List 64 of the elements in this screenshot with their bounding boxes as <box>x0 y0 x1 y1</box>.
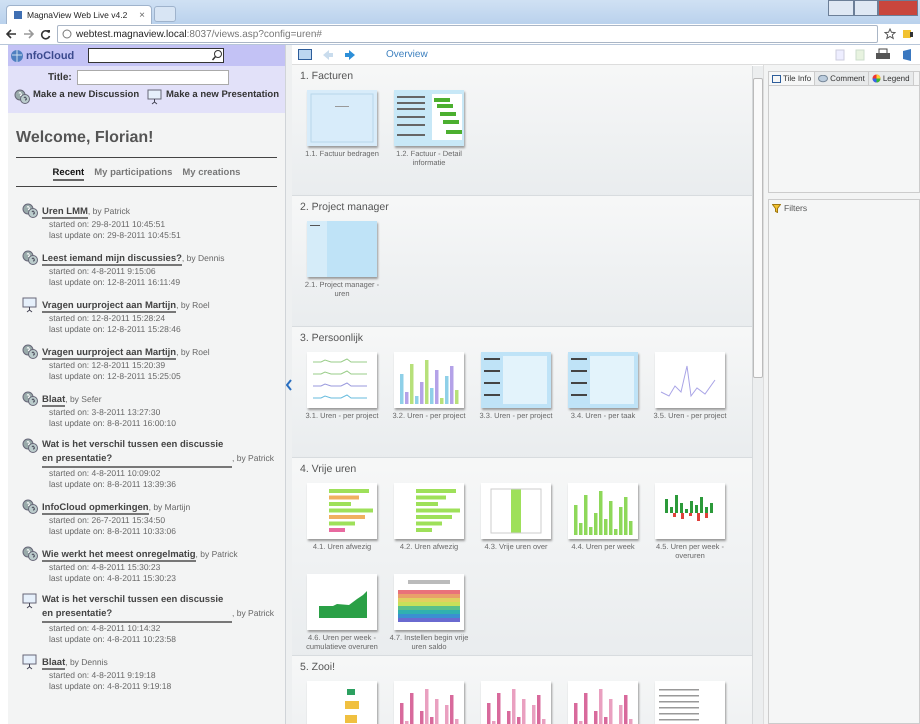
started-date: started on: 4-8-2011 10:09:02 <box>48 468 162 478</box>
last-update-date: last update on: 12-8-2011 16:11:49 <box>48 276 182 287</box>
author-label: , by Sefer <box>65 394 102 404</box>
section-title: 4. Vrije uren <box>300 463 358 475</box>
last-update-date: last update on: 4-8-2011 10:23:58 <box>48 634 177 644</box>
author-label: , by Roel <box>176 300 210 310</box>
info-tab[interactable]: Comment <box>815 72 869 85</box>
author-label: , by Dennis <box>182 253 224 263</box>
last-update-date: last update on: 8-8-2011 16:00:10 <box>48 418 177 428</box>
discussion-title-link[interactable]: Leest iemand mijn discussies? <box>42 253 182 266</box>
author-label: , by Dennis <box>65 657 108 667</box>
started-date: started on: 4-8-2011 9:15:06 <box>48 266 157 276</box>
discussion-title-link[interactable]: Blaat <box>42 394 66 407</box>
started-date: started on: 12-8-2011 15:28:24 <box>48 313 166 324</box>
address-host: webtest.magnaview.local <box>76 28 187 40</box>
author-label: , by Patrick <box>232 453 274 463</box>
address-path: :8037/views.asp?config=uren# <box>186 28 322 40</box>
last-update-date: last update on: 4-8-2011 15:30:23 <box>48 572 177 583</box>
discussion-title-link[interactable]: Wat is het verschil tussen een discussie en presentatie? <box>42 593 232 623</box>
tab-title: MagnaView Web Live v4.2 <box>27 10 128 20</box>
author-label: , by Patrick <box>232 608 274 618</box>
started-date: started on: 4-8-2011 15:30:23 <box>48 562 162 572</box>
last-update-date: last update on: 8-8-2011 10:33:06 <box>48 526 177 536</box>
section-title: 5. Zooi! <box>300 661 336 673</box>
last-update-date: last update on: 8-8-2011 13:39:36 <box>48 478 177 489</box>
filters-title: Filters <box>784 203 808 213</box>
discussion-title-link[interactable]: Uren LMM <box>42 206 88 219</box>
discussion-title-link[interactable]: Vragen uurproject aan Martijn <box>42 347 176 360</box>
started-date: started on: 29-8-2011 10:45:51 <box>48 219 166 230</box>
author-label: , by Patrick <box>196 549 238 559</box>
discussion-title-link[interactable]: Wat is het verschil tussen een discussie en presentatie? <box>42 438 232 468</box>
title-label: Title: <box>48 72 72 83</box>
last-update-date: last update on: 12-8-2011 15:28:46 <box>48 324 182 334</box>
filter-tab[interactable]: Recent <box>52 167 84 181</box>
author-label: , by Patrick <box>88 206 130 216</box>
overview-link[interactable]: Overview <box>386 49 428 60</box>
section-title: 1. Facturen <box>300 70 354 82</box>
started-date: started on: 12-8-2011 15:20:39 <box>48 360 166 370</box>
started-date: started on: 4-8-2011 9:19:18 <box>48 670 157 680</box>
started-date: started on: 4-8-2011 10:14:32 <box>48 623 162 634</box>
app-logo: nfoCloud <box>26 50 76 62</box>
author-label: , by Martijn <box>148 502 190 512</box>
last-update-date: last update on: 29-8-2011 10:45:51 <box>48 230 182 240</box>
last-update-date: last update on: 4-8-2011 9:19:18 <box>48 680 172 691</box>
discussion-title-link[interactable]: Wie werkt het meest onregelmatig <box>42 549 196 562</box>
last-update-date: last update on: 12-8-2011 15:25:05 <box>48 370 182 381</box>
info-tab[interactable]: Tile Info <box>769 72 816 85</box>
discussion-title-link[interactable]: InfoCloud opmerkingen <box>42 502 149 515</box>
filter-tab[interactable]: My creations <box>182 167 240 181</box>
author-label: , by Roel <box>176 347 210 357</box>
info-tab[interactable]: Legend <box>868 72 914 85</box>
section-title: 3. Persoonlijk <box>300 332 364 344</box>
new-presentation-button[interactable]: Make a new Presentation <box>147 89 279 105</box>
new-discussion-button[interactable]: Make a new Discussion <box>14 89 140 105</box>
section-title: 2. Project manager <box>300 201 390 213</box>
address-bar[interactable]: webtest.magnaview.local:8037/views.asp?config=uren# <box>57 25 878 43</box>
filter-tab[interactable]: My participations <box>94 167 172 181</box>
browser-tab[interactable]: MagnaView Web Live v4.2 × <box>6 5 152 24</box>
discussion-title-link[interactable]: Blaat <box>42 657 66 670</box>
welcome-heading: Welcome, Florian! <box>16 129 155 147</box>
started-date: started on: 3-8-2011 13:27:30 <box>48 407 162 418</box>
discussion-title-link[interactable]: Vragen uurproject aan Martijn <box>42 300 176 313</box>
started-date: started on: 26-7-2011 15:34:50 <box>48 515 166 526</box>
close-icon[interactable]: × <box>139 10 145 20</box>
